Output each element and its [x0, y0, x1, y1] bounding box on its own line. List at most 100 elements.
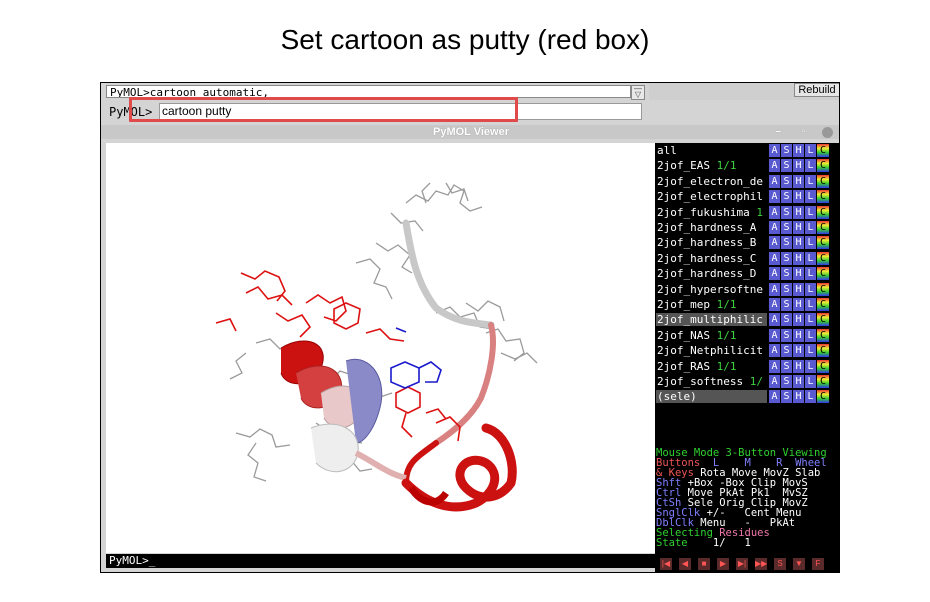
hide-button[interactable]: H	[793, 390, 804, 404]
action-button[interactable]: A	[769, 221, 780, 234]
player-button[interactable]: |◀	[660, 558, 672, 570]
object-name[interactable]: (sele)	[656, 390, 767, 404]
show-button[interactable]: S	[781, 205, 792, 219]
label-button[interactable]: L	[805, 328, 816, 342]
object-name[interactable]: 2jof_RAS 1/1	[656, 359, 767, 373]
player-button[interactable]: ■	[698, 558, 710, 570]
close-icon[interactable]	[822, 127, 833, 138]
player-button[interactable]: ▶▶	[755, 558, 767, 570]
object-name[interactable]: all	[656, 144, 767, 157]
color-button[interactable]: C	[817, 390, 829, 404]
hide-button[interactable]: H	[793, 344, 804, 358]
color-button[interactable]: C	[817, 267, 829, 281]
action-button[interactable]: A	[769, 159, 780, 173]
show-button[interactable]: S	[781, 144, 792, 157]
action-button[interactable]: A	[769, 144, 780, 157]
hide-button[interactable]: H	[793, 298, 804, 311]
color-button[interactable]: C	[817, 375, 829, 388]
color-button[interactable]: C	[817, 221, 829, 234]
object-name[interactable]: 2jof_hardness_C	[656, 251, 767, 265]
label-button[interactable]: L	[805, 190, 816, 204]
minimize-icon[interactable]: –	[775, 125, 781, 139]
label-button[interactable]: L	[805, 205, 816, 219]
hide-button[interactable]: H	[793, 251, 804, 265]
object-name[interactable]: 2jof_hardness_B	[656, 236, 767, 250]
show-button[interactable]: S	[781, 282, 792, 296]
hide-button[interactable]: H	[793, 282, 804, 296]
color-button[interactable]: C	[817, 298, 829, 311]
color-button[interactable]: C	[817, 159, 829, 173]
hide-button[interactable]: H	[793, 190, 804, 204]
label-button[interactable]: L	[805, 282, 816, 296]
label-button[interactable]: L	[805, 344, 816, 358]
player-button[interactable]: ▶	[717, 558, 729, 570]
object-name[interactable]: 2jof_hypersoftne	[656, 282, 767, 296]
action-button[interactable]: A	[769, 267, 780, 281]
hide-button[interactable]: H	[793, 359, 804, 373]
color-button[interactable]: C	[817, 174, 829, 188]
action-button[interactable]: A	[769, 313, 780, 327]
color-button[interactable]: C	[817, 328, 829, 342]
player-button[interactable]: F	[812, 558, 824, 570]
player-button[interactable]: S	[774, 558, 786, 570]
show-button[interactable]: S	[781, 375, 792, 388]
player-button[interactable]: ▶|	[736, 558, 748, 570]
action-button[interactable]: A	[769, 190, 780, 204]
restore-icon[interactable]: ▫	[801, 125, 805, 139]
hide-button[interactable]: H	[793, 375, 804, 388]
action-button[interactable]: A	[769, 390, 780, 404]
action-button[interactable]: A	[769, 236, 780, 250]
label-button[interactable]: L	[805, 267, 816, 281]
action-button[interactable]: A	[769, 282, 780, 296]
player-button[interactable]: ◀	[679, 558, 691, 570]
hide-button[interactable]: H	[793, 267, 804, 281]
label-button[interactable]: L	[805, 251, 816, 265]
object-name[interactable]: 2jof_electron_de	[656, 174, 767, 188]
color-button[interactable]: C	[817, 190, 829, 204]
label-button[interactable]: L	[805, 159, 816, 173]
show-button[interactable]: S	[781, 236, 792, 250]
action-button[interactable]: A	[769, 205, 780, 219]
bottom-command-line[interactable]: PyMOL>_	[106, 554, 655, 568]
color-button[interactable]: C	[817, 236, 829, 250]
action-button[interactable]: A	[769, 359, 780, 373]
label-button[interactable]: L	[805, 298, 816, 311]
show-button[interactable]: S	[781, 221, 792, 234]
color-button[interactable]: C	[817, 359, 829, 373]
show-button[interactable]: S	[781, 251, 792, 265]
object-name[interactable]: 2jof_fukushima 1	[656, 205, 767, 219]
color-button[interactable]: C	[817, 344, 829, 358]
color-button[interactable]: C	[817, 144, 829, 157]
hide-button[interactable]: H	[793, 236, 804, 250]
show-button[interactable]: S	[781, 328, 792, 342]
show-button[interactable]: S	[781, 190, 792, 204]
action-button[interactable]: A	[769, 298, 780, 311]
object-name[interactable]: 2jof_hardness_D	[656, 267, 767, 281]
label-button[interactable]: L	[805, 221, 816, 234]
action-button[interactable]: A	[769, 251, 780, 265]
hide-button[interactable]: H	[793, 144, 804, 157]
show-button[interactable]: S	[781, 267, 792, 281]
hide-button[interactable]: H	[793, 159, 804, 173]
show-button[interactable]: S	[781, 344, 792, 358]
action-button[interactable]: A	[769, 174, 780, 188]
object-name[interactable]: 2jof_NAS 1/1	[656, 328, 767, 342]
label-button[interactable]: L	[805, 313, 816, 327]
rebuild-button[interactable]: Rebuild	[794, 83, 839, 97]
object-name[interactable]: 2jof_multiphilic	[656, 313, 767, 327]
object-name[interactable]: 2jof_electrophil	[656, 190, 767, 204]
label-button[interactable]: L	[805, 375, 816, 388]
label-button[interactable]: L	[805, 359, 816, 373]
label-button[interactable]: L	[805, 390, 816, 404]
show-button[interactable]: S	[781, 390, 792, 404]
label-button[interactable]: L	[805, 236, 816, 250]
object-name[interactable]: 2jof_EAS 1/1	[656, 159, 767, 173]
action-button[interactable]: A	[769, 375, 780, 388]
hide-button[interactable]: H	[793, 221, 804, 234]
label-button[interactable]: L	[805, 174, 816, 188]
object-name[interactable]: 2jof_mep 1/1	[656, 298, 767, 311]
hide-button[interactable]: H	[793, 174, 804, 188]
show-button[interactable]: S	[781, 174, 792, 188]
object-name[interactable]: 2jof_softness 1/	[656, 375, 767, 388]
label-button[interactable]: L	[805, 144, 816, 157]
